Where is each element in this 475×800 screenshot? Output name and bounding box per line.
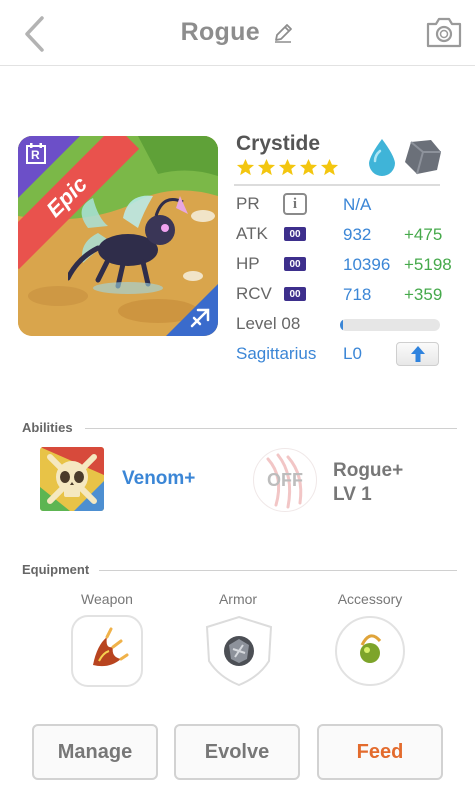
star-icon — [278, 158, 297, 176]
zodiac-level: L0 — [343, 344, 362, 363]
ability-name-rogue[interactable]: Rogue+ LV 1 — [333, 459, 403, 507]
water-drop-icon — [369, 139, 395, 176]
skull-icon — [40, 447, 104, 511]
armor-label: Armor — [218, 591, 258, 607]
zodiac-upgrade-button[interactable] — [396, 342, 439, 366]
info-icon: i — [292, 195, 298, 212]
star-icon — [299, 158, 318, 176]
level-progress-fill — [340, 319, 343, 331]
ability-state-off: OFF — [267, 469, 303, 490]
stat-row-atk: ATK — [236, 221, 268, 247]
equipment-heading: Equipment — [22, 562, 90, 577]
star-icon — [257, 158, 276, 176]
weapon-label: Weapon — [81, 591, 133, 607]
accessory-orb-icon — [335, 616, 405, 686]
accessory-label: Accessory — [337, 591, 403, 607]
stat-label-pr: PR — [236, 194, 260, 213]
rogue-ability-icon[interactable]: OFF — [253, 448, 317, 512]
stat-label-rcv: RCV — [236, 284, 272, 303]
page-title: Rogue — [180, 18, 260, 46]
stat-value-atk: 932 — [343, 225, 372, 244]
rarity-badge-icon: R — [25, 143, 47, 165]
abilities-heading: Abilities — [22, 420, 73, 435]
stat-row-pr: PR — [236, 191, 260, 217]
stat-bonus-atk: +475 — [404, 225, 443, 244]
pencil-icon — [275, 23, 293, 43]
level-label: Level 08 — [236, 314, 301, 333]
venom-ability-icon[interactable] — [40, 447, 104, 511]
stat-badge-hp: 00 — [284, 257, 306, 271]
ability-name-venom[interactable]: Venom+ — [122, 468, 195, 490]
evolve-button[interactable]: Evolve — [174, 724, 300, 780]
ability-name-rogue-line1: Rogue+ — [333, 460, 404, 481]
arrow-up-icon — [410, 346, 425, 362]
manage-button[interactable]: Manage — [32, 724, 158, 780]
stat-bonus-hp: +5198 — [404, 255, 452, 274]
stat-value-pr: N/A — [343, 195, 372, 214]
claw-weapon-icon — [71, 615, 143, 687]
camera-button[interactable] — [425, 15, 463, 49]
accessory-slot[interactable] — [334, 615, 406, 687]
abilities-divider — [85, 428, 457, 429]
stat-badge-atk: 00 — [284, 227, 306, 241]
creature-image — [68, 195, 188, 294]
equipment-divider — [99, 570, 457, 571]
stat-bonus-rcv: +359 — [404, 285, 443, 304]
level-progress-bar — [340, 319, 440, 331]
zodiac-sign-link[interactable]: Sagittarius — [236, 344, 316, 364]
edit-name-button[interactable] — [272, 22, 294, 44]
level-row: Level 08 — [236, 311, 300, 337]
info-button[interactable]: i — [283, 193, 307, 215]
top-bar: Rogue — [0, 0, 475, 66]
ability-level-rogue: LV 1 — [333, 484, 372, 505]
camera-icon — [426, 17, 462, 48]
stat-label-hp: HP — [236, 254, 260, 273]
stat-value-hp: 10396 — [343, 255, 391, 274]
stats-divider — [234, 184, 440, 186]
sagittarius-icon — [190, 308, 210, 328]
armor-slot[interactable] — [203, 615, 275, 687]
weapon-slot[interactable] — [71, 615, 143, 687]
armor-shield-icon — [205, 615, 273, 687]
stat-row-hp: HP — [236, 251, 260, 277]
rarity-badge-letter: R — [31, 148, 40, 162]
stat-badge-rcv: 00 — [284, 287, 306, 301]
star-rating — [236, 158, 339, 178]
star-icon — [320, 158, 339, 176]
star-icon — [236, 158, 255, 176]
stat-value-rcv: 718 — [343, 285, 372, 304]
hero-name: Crystide — [236, 132, 321, 155]
stat-label-atk: ATK — [236, 224, 268, 243]
hero-portrait[interactable]: R Epic — [18, 136, 218, 336]
stone-icon — [405, 140, 441, 175]
stat-row-rcv: RCV — [236, 281, 272, 307]
feed-button[interactable]: Feed — [317, 724, 443, 780]
